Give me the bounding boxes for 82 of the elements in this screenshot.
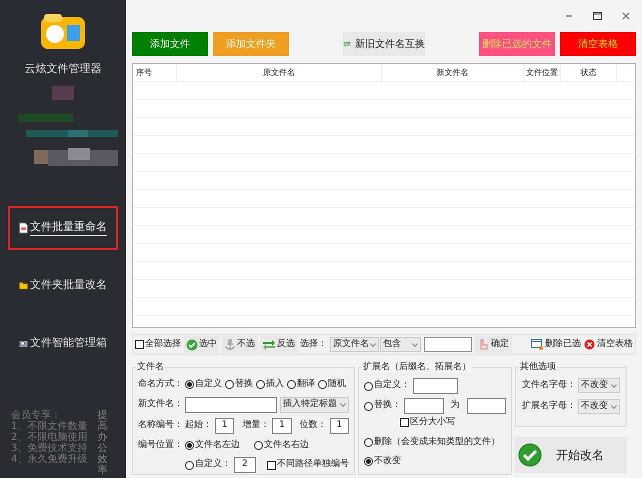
field-label: 命名方式： (138, 378, 182, 391)
promo-line: 4、永久免费升级 (11, 454, 88, 465)
group-title: 其他选项 (519, 361, 557, 373)
action-button[interactable]: 添加文件 (132, 32, 208, 56)
field-label: 增量： (242, 418, 270, 432)
start-rename-button[interactable]: 开始改名 (515, 437, 627, 473)
promo-line: 3、免费技术支持 (11, 443, 88, 454)
window-delete-icon (531, 339, 543, 350)
maximize-icon (593, 12, 602, 20)
chevron-down-icon (412, 342, 418, 346)
column-header[interactable]: 原文件名 (177, 64, 382, 81)
menu-item[interactable]: 文件夹批量改名 (8, 264, 118, 308)
promo-title: 会员专享： (11, 410, 62, 421)
column-header[interactable]: 新文件名 (382, 64, 524, 81)
replace-from-input[interactable] (404, 398, 444, 414)
radio-option[interactable]: 文件名右边 (254, 438, 309, 452)
menu-item[interactable]: 文件批量重命名 (8, 206, 118, 250)
app-logo-icon (40, 13, 86, 51)
group-title: 文件名 (136, 361, 165, 373)
field-label: 名称编号： (138, 418, 182, 432)
letter-case-dropdown[interactable]: 不改变 (578, 378, 620, 393)
check-icon (186, 338, 198, 350)
field-dropdown[interactable]: 原文件名 (330, 337, 379, 352)
promo-line: 1、不限文件数量 (11, 421, 88, 432)
field-label: 文件名字母： (522, 378, 576, 392)
field-label: 扩展名字母： (522, 400, 576, 413)
insert-title-dropdown[interactable]: 插入特定标题 (280, 396, 349, 412)
promo-line: 2、不限电脑使用 (11, 432, 88, 443)
radio-option[interactable]: 文件名左边 (185, 438, 240, 452)
start-input[interactable]: 1 (215, 418, 234, 434)
chevron-down-icon (340, 402, 346, 406)
select-all-checkbox[interactable]: 全部选择 (135, 338, 181, 352)
letter-case-dropdown[interactable]: 不改变 (578, 399, 620, 414)
new-name-input[interactable] (185, 396, 278, 412)
column-header[interactable]: 序号 (133, 64, 177, 81)
digits-input[interactable]: 1 (330, 418, 349, 434)
radio-option[interactable]: 随机 (318, 378, 346, 392)
case-sensitive-checkbox[interactable]: 区分大小写 (400, 416, 455, 430)
field-label: 新文件名： (138, 398, 182, 411)
toolbar-button[interactable]: 反选 (260, 336, 297, 353)
field-label: 为 (450, 399, 460, 412)
filter-input[interactable] (424, 337, 472, 352)
field-label: 编号位置： (138, 438, 182, 452)
toolbar-button[interactable]: 选中 (184, 336, 219, 353)
clear-table-button[interactable]: 清空表格 (584, 338, 633, 352)
step-input[interactable]: 1 (272, 418, 292, 434)
anchor-icon (224, 338, 236, 350)
chevron-down-icon (611, 384, 617, 388)
app-name: 云炫文件管理器 (24, 61, 102, 77)
radio-option[interactable]: 自定义： (364, 379, 410, 393)
slogan: 提高办公效率 (97, 410, 108, 476)
field-label: 起始： (185, 418, 212, 432)
radio-option[interactable]: 自定义 (185, 378, 222, 392)
swap-arrows-icon (343, 38, 351, 50)
toolbar-button[interactable]: 不选 (222, 336, 257, 353)
swap-arrows-icon (262, 338, 276, 350)
radio-option[interactable]: 替换 (225, 378, 253, 392)
filter-label: 选择： (300, 338, 327, 351)
action-button[interactable]: 新旧文件名互换 (343, 32, 425, 56)
custom-position-input[interactable]: 2 (234, 457, 256, 473)
replace-to-input[interactable] (466, 398, 506, 414)
extension-input[interactable] (413, 378, 458, 394)
menu-item[interactable]: 文件智能管理箱 (8, 322, 118, 366)
close-circle-icon (584, 339, 595, 350)
separate-numbering-checkbox[interactable]: 不同路径单独编号 (267, 458, 349, 472)
column-header[interactable]: 状态 (561, 64, 617, 81)
radio-option[interactable]: 自定义： (185, 458, 231, 472)
radio-option[interactable]: 删除（会变成未知类型的文件） (364, 436, 500, 449)
confirm-button[interactable]: 确定 (475, 336, 512, 353)
group-title: 扩展名（后缀名、拓展名） (362, 361, 472, 373)
field-label: 位数： (300, 418, 327, 432)
radio-option[interactable]: 不改变 (364, 455, 401, 468)
close-icon (622, 12, 630, 20)
check-circle-icon (518, 443, 542, 467)
column-header[interactable]: 文件位置 (524, 64, 561, 81)
radio-option[interactable]: 替换： (364, 399, 401, 413)
radio-option[interactable]: 插入 (256, 378, 284, 392)
match-dropdown[interactable]: 包含 (380, 337, 421, 352)
radio-option[interactable]: 翻译 (287, 378, 315, 392)
chevron-down-icon (611, 404, 617, 408)
chevron-down-icon (370, 342, 376, 346)
delete-selected-button[interactable]: 删除已选 (531, 338, 581, 352)
